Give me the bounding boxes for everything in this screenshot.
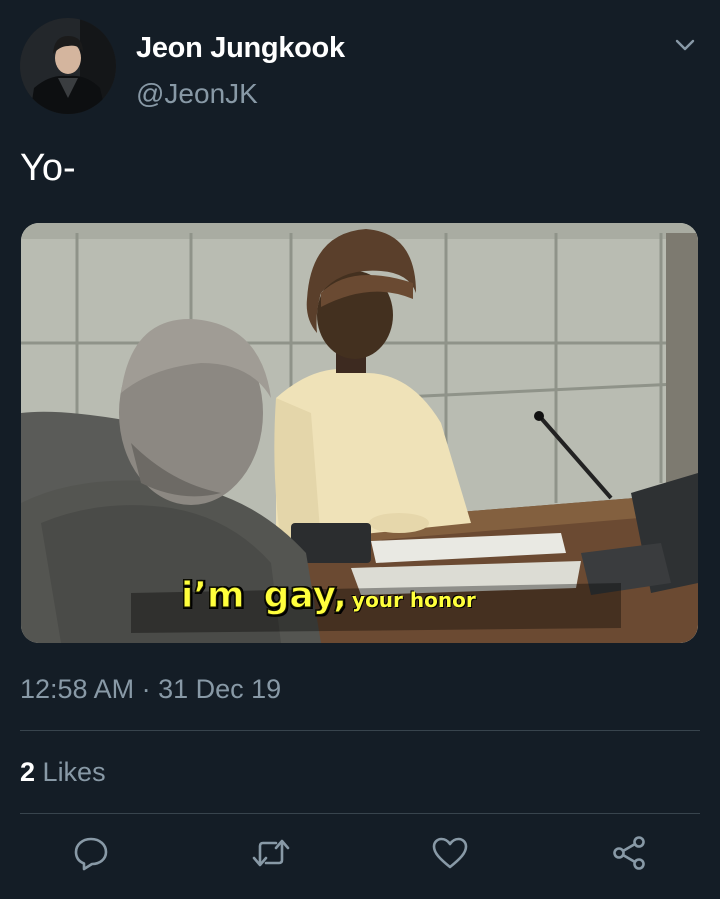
tweet-media-image[interactable]: i’m gay, your honor <box>21 223 698 643</box>
likes-count: 2 <box>20 757 36 787</box>
reply-icon <box>74 837 108 871</box>
heart-icon <box>432 837 468 869</box>
media-caption: i’m gay, your honor <box>181 575 476 617</box>
tweet-text: Yo- <box>20 147 76 189</box>
share-icon <box>613 836 645 870</box>
likes-label: Likes <box>42 757 106 787</box>
caption-your-honor: your honor <box>352 588 476 612</box>
reply-button[interactable] <box>66 828 116 878</box>
caption-gay: gay, <box>263 575 347 617</box>
likes-stat[interactable]: 2 Likes <box>20 755 106 789</box>
user-handle[interactable]: @JeonJK <box>136 76 345 112</box>
like-button[interactable] <box>425 828 475 878</box>
chevron-down-icon[interactable] <box>672 32 698 58</box>
tweet-header: Jeon Jungkook @JeonJK <box>20 18 700 118</box>
retweet-button[interactable] <box>246 828 296 878</box>
tweet-actions <box>0 828 720 878</box>
divider-bottom <box>20 813 700 814</box>
user-names: Jeon Jungkook @JeonJK <box>136 30 345 112</box>
divider-top <box>20 730 700 731</box>
display-name[interactable]: Jeon Jungkook <box>136 30 345 66</box>
share-button[interactable] <box>604 828 654 878</box>
tweet-timestamp[interactable]: 12:58 AM · 31 Dec 19 <box>20 672 281 706</box>
caption-im: i’m <box>181 575 246 617</box>
tweet-detail: Jeon Jungkook @JeonJK Yo- i’m gay, your … <box>0 0 720 899</box>
retweet-icon <box>252 839 290 867</box>
avatar[interactable] <box>20 18 116 114</box>
